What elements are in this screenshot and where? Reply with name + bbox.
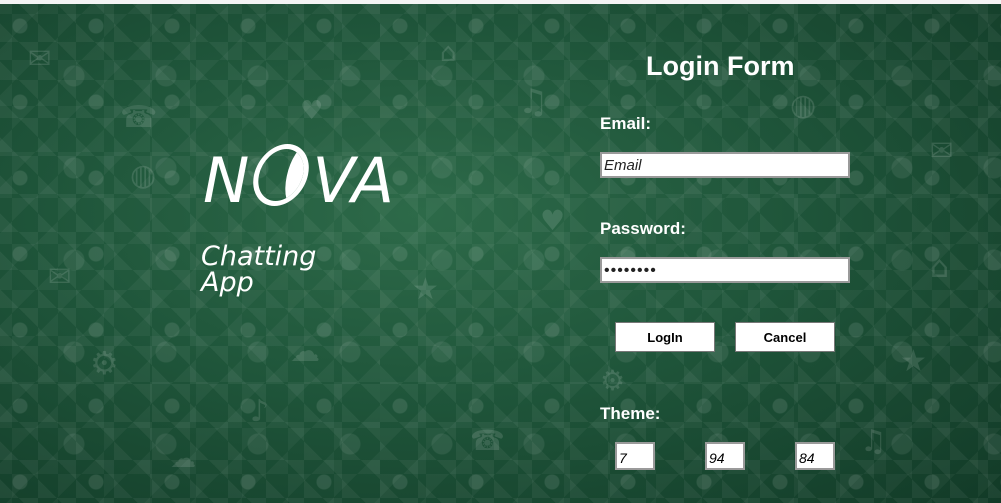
theme-green-field[interactable]: 94 [705, 442, 745, 470]
logo-text-left: N [203, 144, 251, 217]
mail-icon: ✉ [48, 260, 72, 293]
email-field[interactable]: Email [600, 152, 850, 178]
cloud-icon: ☁ [170, 444, 196, 474]
app-tagline: Chatting App [201, 243, 316, 298]
chat-icon: ✉ [930, 134, 954, 167]
theme-blue-field[interactable]: 84 [795, 442, 835, 470]
star-icon: ★ [412, 272, 439, 307]
heart-icon: ♥ [300, 96, 324, 126]
phone-icon: ☎ [470, 424, 505, 457]
star-icon: ★ [900, 344, 927, 379]
theme-label: Theme: [600, 404, 661, 423]
gear-icon: ⚙ [90, 344, 119, 382]
gear-icon: ⚙ [600, 364, 626, 397]
cancel-button[interactable]: Cancel [735, 322, 835, 352]
logo-text-right: VA [312, 144, 396, 217]
logo-o-icon [247, 144, 315, 206]
tagline-line-2: App [201, 267, 254, 298]
theme-red-field[interactable]: 7 [615, 442, 655, 470]
globe-icon: ◍ [790, 88, 817, 123]
heart-icon: ♥ [540, 204, 566, 237]
form-title: Login Form [646, 51, 795, 81]
camera-icon: ⌂ [440, 38, 457, 68]
music-icon: ♪ [250, 394, 270, 429]
chat-icon: ✉ [28, 42, 52, 75]
app-logo: N VA [203, 144, 395, 217]
login-window: ✉ ☎ ⌂ ♫ ◍ ♥ ✉ ★ ⚙ ♪ ☎ ☁ ♥ ◍ ✉ ★ ⌂ ⚙ ☁ ♫ … [0, 4, 1001, 503]
password-label: Password: [600, 219, 686, 238]
password-field[interactable]: •••••••• [600, 257, 850, 283]
phone-icon: ☎ [120, 100, 158, 135]
cloud-icon: ☁ [290, 334, 320, 369]
home-icon: ⌂ [930, 250, 950, 285]
email-label: Email: [600, 114, 652, 133]
globe-icon: ◍ [130, 158, 157, 193]
music-icon: ♫ [860, 424, 887, 459]
login-button[interactable]: LogIn [615, 322, 715, 352]
music-icon: ♫ [518, 82, 549, 122]
